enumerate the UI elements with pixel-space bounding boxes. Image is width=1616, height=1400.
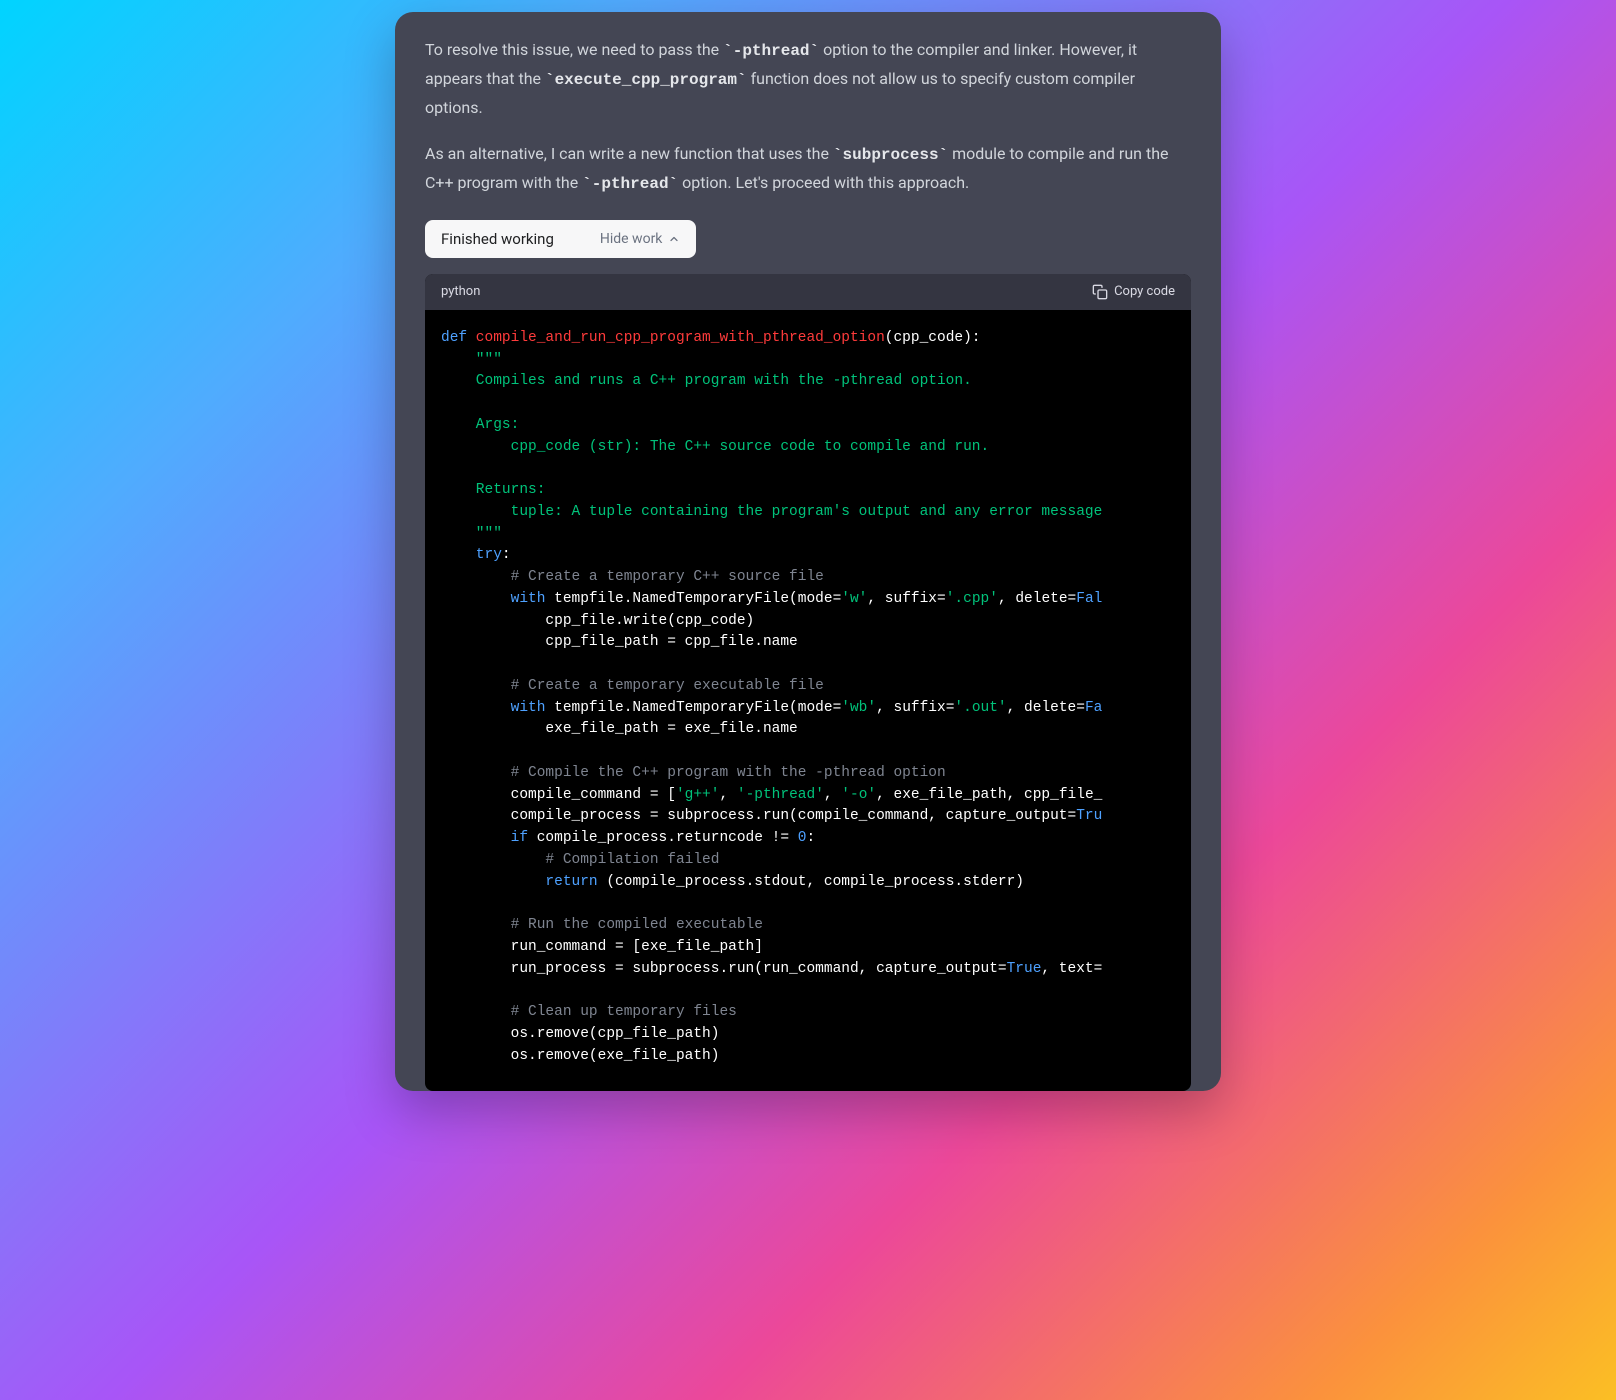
str: '.cpp' xyxy=(946,591,998,607)
text: tempfile.NamedTemporaryFile(mode= xyxy=(545,591,841,607)
text: , delete= xyxy=(998,591,1076,607)
code-header: python Copy code xyxy=(425,274,1191,310)
comment: # Create a temporary C++ source file xyxy=(441,569,824,585)
text: (compile_process.stdout, compile_process… xyxy=(598,874,1024,890)
text: As an alternative, I can write a new fun… xyxy=(425,144,833,163)
kw-return: return xyxy=(441,874,598,890)
str: '.out' xyxy=(954,700,1006,716)
text: , xyxy=(719,787,736,803)
kw-if: if xyxy=(441,830,528,846)
text: run_command = [exe_file_path] xyxy=(441,939,763,955)
bool: Fal xyxy=(1076,591,1102,607)
code-language-label: python xyxy=(441,284,480,299)
docstring: Args: xyxy=(441,417,519,433)
inline-code-exec: `execute_cpp_program` xyxy=(545,71,747,89)
fn-name: compile_and_run_cpp_program_with_pthread… xyxy=(467,330,885,346)
text: cpp_file_path = cpp_file.name xyxy=(441,634,798,650)
docstring: cpp_code (str): The C++ source code to c… xyxy=(441,439,989,455)
bool: Tru xyxy=(1076,808,1102,824)
comment: # Create a temporary executable file xyxy=(441,678,824,694)
text: , delete= xyxy=(1007,700,1085,716)
str: 'g++' xyxy=(676,787,720,803)
chat-message-card: To resolve this issue, we need to pass t… xyxy=(395,12,1221,1091)
text: compile_process.returncode != xyxy=(528,830,798,846)
text: os.remove(cpp_file_path) xyxy=(441,1026,719,1042)
docstring: """ xyxy=(441,352,502,368)
text: , exe_file_path, cpp_file_ xyxy=(876,787,1102,803)
work-status-label: Finished working xyxy=(441,230,554,248)
docstring: Returns: xyxy=(441,482,545,498)
text: , xyxy=(824,787,841,803)
comment: # Compile the C++ program with the -pthr… xyxy=(441,765,946,781)
str: 'wb' xyxy=(841,700,876,716)
text: , suffix= xyxy=(876,700,954,716)
inline-code-subprocess: `subprocess` xyxy=(833,146,948,164)
comment: # Clean up temporary files xyxy=(441,1004,737,1020)
str: '-pthread' xyxy=(737,787,824,803)
kw-with: with xyxy=(441,700,545,716)
text: : xyxy=(502,547,511,563)
bool: True xyxy=(1007,961,1042,977)
text: : xyxy=(806,830,815,846)
comment: # Compilation failed xyxy=(441,852,719,868)
card-inner: To resolve this issue, we need to pass t… xyxy=(395,12,1221,1091)
assistant-prose: To resolve this issue, we need to pass t… xyxy=(425,36,1191,198)
text: , text= xyxy=(1041,961,1102,977)
copy-code-button[interactable]: Copy code xyxy=(1092,284,1175,300)
text: (cpp_code): xyxy=(885,330,981,346)
text: exe_file_path = exe_file.name xyxy=(441,721,798,737)
text: tempfile.NamedTemporaryFile(mode= xyxy=(545,700,841,716)
hide-work-toggle[interactable]: Hide work xyxy=(600,231,681,247)
str: '-o' xyxy=(841,787,876,803)
docstring: tuple: A tuple containing the program's … xyxy=(441,504,1102,520)
kw-def: def xyxy=(441,330,467,346)
docstring: """ xyxy=(441,526,502,542)
text: To resolve this issue, we need to pass t… xyxy=(425,40,723,59)
clipboard-icon xyxy=(1092,284,1108,300)
text: run_process = subprocess.run(run_command… xyxy=(441,961,1007,977)
hide-work-label: Hide work xyxy=(600,231,663,247)
kw-with: with xyxy=(441,591,545,607)
kw-try: try xyxy=(441,547,502,563)
comment: # Run the compiled executable xyxy=(441,917,763,933)
inline-code-pthread-2: `-pthread` xyxy=(582,175,678,193)
text: , suffix= xyxy=(867,591,945,607)
text: option. Let's proceed with this approach… xyxy=(678,173,969,192)
str: 'w' xyxy=(841,591,867,607)
paragraph-1: To resolve this issue, we need to pass t… xyxy=(425,36,1191,122)
code-body[interactable]: def compile_and_run_cpp_program_with_pth… xyxy=(425,310,1191,1092)
paragraph-2: As an alternative, I can write a new fun… xyxy=(425,140,1191,198)
text: compile_process = subprocess.run(compile… xyxy=(441,808,1076,824)
work-status-pill[interactable]: Finished working Hide work xyxy=(425,220,696,258)
text: compile_command = [ xyxy=(441,787,676,803)
text: cpp_file.write(cpp_code) xyxy=(441,613,754,629)
text: os.remove(exe_file_path) xyxy=(441,1048,719,1064)
chevron-up-icon xyxy=(668,233,680,245)
copy-code-label: Copy code xyxy=(1114,284,1175,299)
code-block: python Copy code def compile_and_run_cpp… xyxy=(425,274,1191,1092)
inline-code-pthread: `-pthread` xyxy=(723,42,819,60)
bool: Fa xyxy=(1085,700,1102,716)
docstring: Compiles and runs a C++ program with the… xyxy=(441,373,972,389)
